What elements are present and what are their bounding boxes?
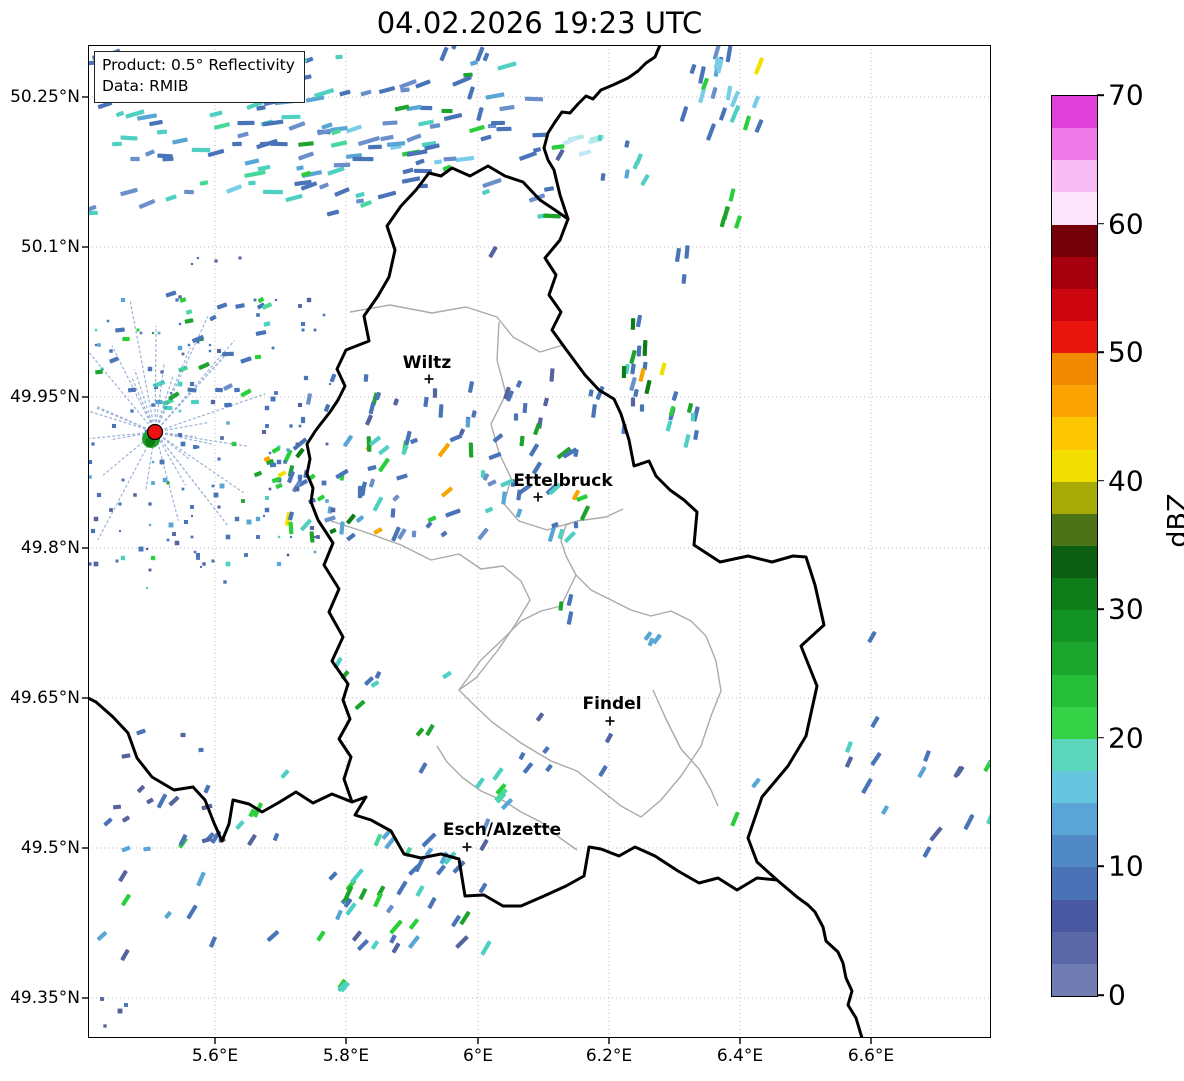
product-info-box: Product: 0.5° Reflectivity Data: RMIB bbox=[94, 51, 305, 103]
colorbar-segment bbox=[1052, 191, 1097, 225]
lon-tick-label: 6.6°E bbox=[847, 1046, 895, 1066]
lon-tick-label: 5.8°E bbox=[322, 1046, 370, 1066]
colorbar-segment bbox=[1052, 256, 1097, 289]
colorbar-segment bbox=[1052, 320, 1097, 354]
colorbar-tickmark bbox=[1097, 737, 1104, 739]
colorbar-segment bbox=[1052, 834, 1097, 868]
colorbar-segment bbox=[1052, 127, 1097, 161]
colorbar-tickmark bbox=[1097, 994, 1104, 996]
lat-tick-label: 49.5°N bbox=[20, 838, 80, 858]
colorbar-segment bbox=[1052, 416, 1097, 450]
colorbar-segment bbox=[1052, 449, 1097, 482]
city-label: Ettelbruck bbox=[513, 471, 613, 491]
colorbar-tick-label: 30 bbox=[1108, 592, 1144, 626]
colorbar-segment bbox=[1052, 931, 1097, 964]
colorbar-tickmark bbox=[1097, 94, 1104, 96]
colorbar-segment bbox=[1052, 224, 1097, 257]
lat-tick-label: 49.95°N bbox=[10, 387, 80, 407]
lat-tick-label: 50.25°N bbox=[10, 87, 80, 107]
plot-frame bbox=[88, 45, 991, 1038]
colorbar-segment bbox=[1052, 609, 1097, 643]
colorbar-segment bbox=[1052, 738, 1097, 771]
colorbar-segment bbox=[1052, 706, 1097, 739]
city-label: Findel bbox=[582, 694, 642, 714]
colorbar-segment bbox=[1052, 513, 1097, 546]
colorbar-segment bbox=[1052, 674, 1097, 707]
colorbar-segment bbox=[1052, 95, 1097, 129]
colorbar-segment bbox=[1052, 352, 1097, 386]
colorbar-tick-label: 40 bbox=[1108, 464, 1144, 498]
colorbar-tick-label: 50 bbox=[1108, 335, 1144, 369]
colorbar-tick-label: 70 bbox=[1108, 78, 1144, 112]
lat-tick-label: 49.8°N bbox=[20, 538, 80, 558]
colorbar-tick-label: 0 bbox=[1108, 978, 1126, 1012]
lon-tick-label: 5.6°E bbox=[191, 1046, 239, 1066]
colorbar-segment bbox=[1052, 159, 1097, 193]
lat-tick-label: 49.35°N bbox=[10, 988, 80, 1008]
colorbar-segment bbox=[1052, 641, 1097, 675]
colorbar-tick-label: 10 bbox=[1108, 849, 1144, 883]
product-line: Product: 0.5° Reflectivity bbox=[102, 56, 295, 74]
colorbar-segment bbox=[1052, 577, 1097, 611]
colorbar-segment bbox=[1052, 481, 1097, 514]
colorbar-segment bbox=[1052, 866, 1097, 900]
colorbar-segment bbox=[1052, 288, 1097, 321]
data-source-line: Data: RMIB bbox=[102, 77, 189, 96]
colorbar-tick-label: 60 bbox=[1108, 207, 1144, 241]
lon-tick-label: 6.4°E bbox=[716, 1046, 764, 1066]
colorbar-axis-label: dBZ bbox=[1162, 493, 1184, 548]
colorbar bbox=[1051, 95, 1098, 997]
colorbar-segment bbox=[1052, 384, 1097, 418]
city-label: Wiltz bbox=[402, 353, 452, 373]
colorbar-tickmark bbox=[1097, 865, 1104, 868]
colorbar-tickmark bbox=[1097, 222, 1104, 225]
colorbar-segment bbox=[1052, 802, 1097, 836]
colorbar-segment bbox=[1052, 899, 1097, 932]
radar-figure: 04.02.2026 19:23 UTC Product: 0.5° Refle… bbox=[0, 0, 1184, 1081]
colorbar-segment bbox=[1052, 770, 1097, 804]
colorbar-segment bbox=[1052, 545, 1097, 579]
colorbar-tickmark bbox=[1097, 608, 1104, 611]
colorbar-tick-label: 20 bbox=[1108, 721, 1144, 755]
colorbar-segment bbox=[1052, 963, 1097, 996]
lon-tick-label: 6°E bbox=[462, 1046, 494, 1066]
lat-tick-label: 50.1°N bbox=[20, 237, 80, 257]
lon-tick-label: 6.2°E bbox=[585, 1046, 633, 1066]
colorbar-tickmark bbox=[1097, 351, 1104, 353]
lat-tick-label: 49.65°N bbox=[10, 688, 80, 708]
colorbar-tickmark bbox=[1097, 479, 1104, 482]
city-label: Esch/Alzette bbox=[442, 820, 562, 840]
